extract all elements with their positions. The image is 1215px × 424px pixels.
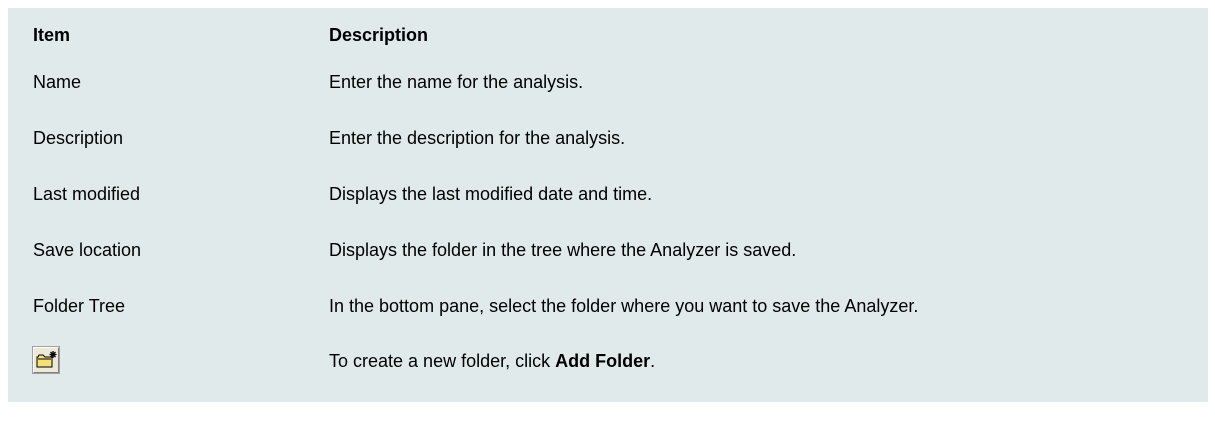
row-description: Enter the description for the analysis. bbox=[329, 128, 626, 148]
row-item-description: Description bbox=[33, 128, 124, 148]
header-description: Description bbox=[329, 25, 429, 45]
row-description: In the bottom pane, select the folder wh… bbox=[329, 296, 919, 316]
table-row: Save location Displays the folder in the… bbox=[8, 227, 1208, 273]
row-item-save-location: Save location bbox=[33, 240, 142, 260]
table-row: Name Enter the name for the analysis. bbox=[8, 59, 1208, 105]
add-folder-label: Add Folder bbox=[555, 351, 651, 371]
table-header-row: Item Description bbox=[8, 12, 1208, 58]
row-description: Displays the last modified date and time… bbox=[329, 184, 653, 204]
table-row: Description Enter the description for th… bbox=[8, 115, 1208, 161]
add-folder-icon bbox=[32, 346, 60, 374]
table-row: To create a new folder, click Add Folder… bbox=[8, 338, 1208, 384]
table-row: Last modified Displays the last modified… bbox=[8, 171, 1208, 217]
add-folder-instruction-text: To create a new folder, click bbox=[329, 351, 556, 371]
row-item-folder-tree: Folder Tree bbox=[33, 296, 126, 316]
row-description: To create a new folder, click Add Folder… bbox=[329, 338, 655, 384]
header-item: Item bbox=[33, 25, 71, 45]
row-description: Enter the name for the analysis. bbox=[329, 72, 584, 92]
add-folder-instruction-end: . bbox=[650, 351, 656, 371]
row-item-name: Name bbox=[33, 72, 82, 92]
row-item-last-modified: Last modified bbox=[33, 184, 141, 204]
description-table: Item Description Name Enter the name for… bbox=[8, 8, 1208, 402]
row-description: Displays the folder in the tree where th… bbox=[329, 240, 797, 260]
table-row: Folder Tree In the bottom pane, select t… bbox=[8, 283, 1208, 329]
